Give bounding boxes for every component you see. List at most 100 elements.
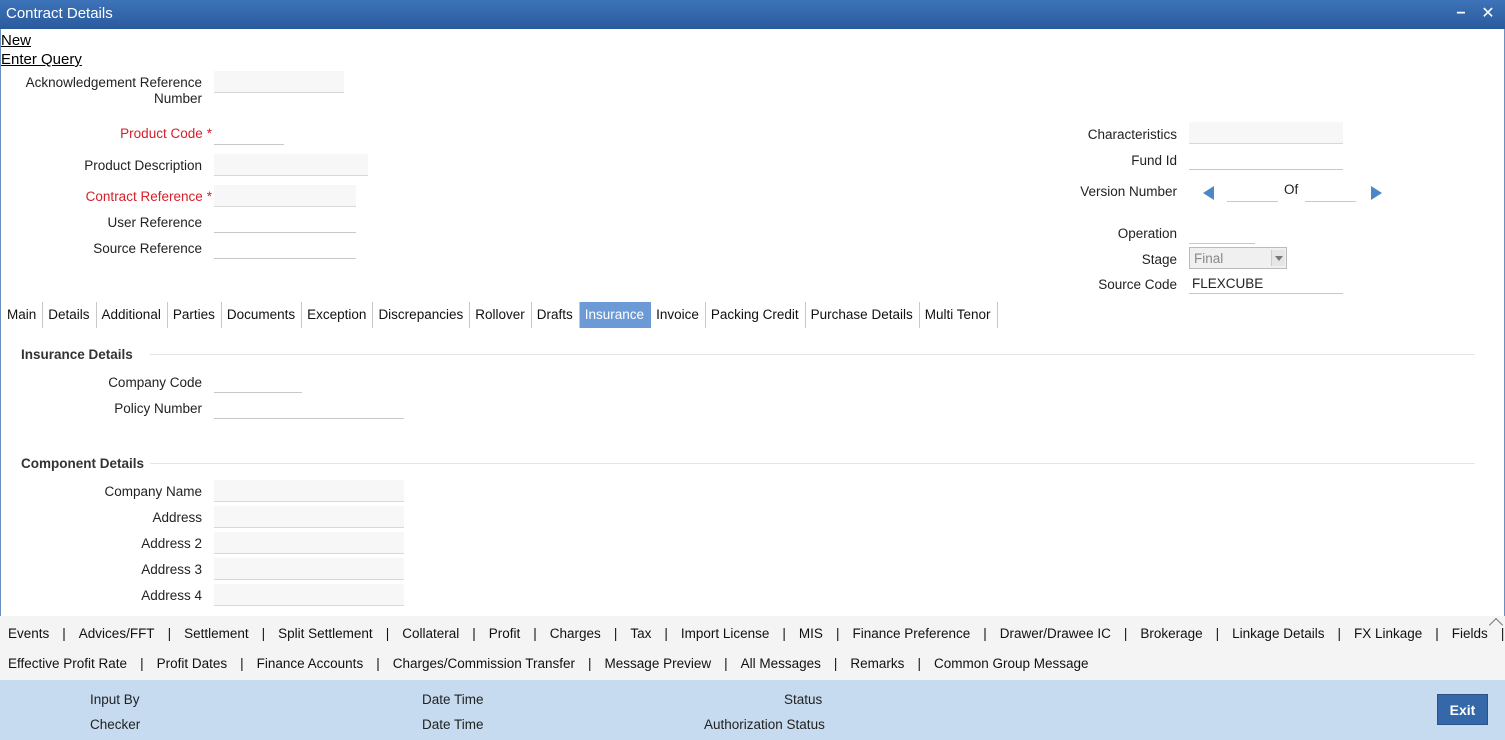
link-remarks[interactable]: Remarks xyxy=(850,656,904,671)
link-separator: | xyxy=(1215,626,1220,641)
minimize-icon[interactable]: − xyxy=(1451,4,1471,24)
ack-ref-label-line2: Number xyxy=(153,91,202,106)
next-version-icon[interactable] xyxy=(1371,186,1382,200)
required-marker: * xyxy=(206,189,212,204)
version-number-label: Version Number xyxy=(1080,184,1177,199)
link-separator: | xyxy=(376,656,380,671)
link-finance-preference[interactable]: Finance Preference xyxy=(852,626,970,641)
stage-select[interactable]: Final xyxy=(1189,247,1287,269)
address2-field[interactable] xyxy=(214,532,404,554)
link-separator: | xyxy=(472,626,476,641)
link-separator: | xyxy=(140,656,144,671)
date-time-label: Date Time xyxy=(422,692,484,707)
user-ref-field[interactable] xyxy=(214,211,356,233)
link-fx-linkage[interactable]: FX Linkage xyxy=(1354,626,1422,641)
product-code-field[interactable] xyxy=(214,123,284,145)
source-code-field[interactable]: FLEXCUBE xyxy=(1189,272,1343,294)
total-versions-field[interactable] xyxy=(1305,180,1356,202)
address4-label: Address 4 xyxy=(141,588,202,603)
ack-ref-field[interactable] xyxy=(214,71,344,93)
link-charges-commission-transfer[interactable]: Charges/Commission Transfer xyxy=(393,656,575,671)
link-finance-accounts[interactable]: Finance Accounts xyxy=(257,656,364,671)
company-code-field[interactable] xyxy=(214,371,302,393)
tab-drafts[interactable]: Drafts xyxy=(532,302,580,328)
ack-ref-label-line1: Acknowledgement Reference xyxy=(25,75,202,90)
link-separator: | xyxy=(724,656,728,671)
new-menu-link[interactable]: New xyxy=(1,32,31,49)
link-separator: | xyxy=(588,656,592,671)
link-fields[interactable]: Fields xyxy=(1452,626,1488,641)
link-message-preview[interactable]: Message Preview xyxy=(605,656,712,671)
characteristics-field[interactable] xyxy=(1189,122,1343,144)
link-common-group-message[interactable]: Common Group Message xyxy=(934,656,1089,671)
link-brokerage[interactable]: Brokerage xyxy=(1140,626,1202,641)
close-icon[interactable]: ✕ xyxy=(1478,4,1498,24)
product-code-label: Product Code * xyxy=(0,126,212,141)
insurance-details-title: Insurance Details xyxy=(21,347,133,362)
company-name-field[interactable] xyxy=(214,480,404,502)
tab-additional[interactable]: Additional xyxy=(97,302,168,328)
link-settlement[interactable]: Settlement xyxy=(184,626,249,641)
window-title: Contract Details xyxy=(6,5,113,22)
link-advices-fft[interactable]: Advices/FFT xyxy=(79,626,155,641)
link-separator: | xyxy=(1123,626,1128,641)
tab-exception[interactable]: Exception xyxy=(302,302,374,328)
tab-discrepancies[interactable]: Discrepancies xyxy=(373,302,471,328)
fund-id-field[interactable] xyxy=(1189,148,1343,170)
contract-ref-label-text: Contract Reference xyxy=(85,189,203,204)
of-label: Of xyxy=(1284,182,1299,197)
characteristics-label: Characteristics xyxy=(1087,127,1177,142)
tab-main[interactable]: Main xyxy=(2,302,44,328)
source-ref-field[interactable] xyxy=(214,237,356,259)
link-linkage-details[interactable]: Linkage Details xyxy=(1232,626,1324,641)
operation-field[interactable] xyxy=(1189,222,1255,244)
contract-ref-label: Contract Reference * xyxy=(0,189,212,204)
product-code-label-text: Product Code xyxy=(120,126,203,141)
previous-version-icon[interactable] xyxy=(1203,186,1214,200)
exit-button[interactable]: Exit xyxy=(1437,694,1488,725)
version-number-field[interactable] xyxy=(1227,180,1278,202)
link-separator: | xyxy=(62,626,66,641)
audit-footer: Input By Checker Date Time Date Time Sta… xyxy=(0,680,1505,740)
link-profit-dates[interactable]: Profit Dates xyxy=(157,656,228,671)
address4-field[interactable] xyxy=(214,584,404,606)
address3-label: Address 3 xyxy=(141,562,202,577)
address-field[interactable] xyxy=(214,506,404,528)
tab-insurance[interactable]: Insurance xyxy=(579,302,652,328)
link-separator: | xyxy=(664,626,668,641)
link-split-settlement[interactable]: Split Settlement xyxy=(278,626,373,641)
tab-multi-tenor[interactable]: Multi Tenor xyxy=(920,302,998,328)
link-effective-profit-rate[interactable]: Effective Profit Rate xyxy=(8,656,127,671)
link-separator: | xyxy=(613,626,618,641)
link-separator: | xyxy=(917,656,921,671)
link-row-2: Effective Profit Rate | Profit Dates | Finan… xyxy=(8,656,1089,671)
link-events[interactable]: Events xyxy=(8,626,49,641)
address3-field[interactable] xyxy=(214,558,404,580)
link-mis[interactable]: MIS xyxy=(799,626,823,641)
policy-number-field[interactable] xyxy=(214,397,404,419)
link-separator: | xyxy=(1337,626,1341,641)
address2-label: Address 2 xyxy=(141,536,202,551)
company-name-label: Company Name xyxy=(104,484,202,499)
date-time-label: Date Time xyxy=(422,717,484,732)
tab-details[interactable]: Details xyxy=(43,302,97,328)
tab-parties[interactable]: Parties xyxy=(168,302,222,328)
link-profit[interactable]: Profit xyxy=(489,626,521,641)
link-all-messages[interactable]: All Messages xyxy=(741,656,821,671)
product-desc-field[interactable] xyxy=(214,154,368,176)
tab-packing-credit[interactable]: Packing Credit xyxy=(706,302,806,328)
tab-purchase-details[interactable]: Purchase Details xyxy=(806,302,920,328)
tab-invoice[interactable]: Invoice xyxy=(651,302,706,328)
link-tax[interactable]: Tax xyxy=(630,626,651,641)
link-collateral[interactable]: Collateral xyxy=(402,626,459,641)
operation-label: Operation xyxy=(1117,226,1177,241)
link-import-license[interactable]: Import License xyxy=(681,626,770,641)
link-drawer-drawee-ic[interactable]: Drawer/Drawee IC xyxy=(1000,626,1111,641)
link-separator: | xyxy=(261,626,266,641)
enter-query-menu-link[interactable]: Enter Query xyxy=(1,51,82,68)
link-charges[interactable]: Charges xyxy=(550,626,601,641)
tab-documents[interactable]: Documents xyxy=(222,302,303,328)
status-label: Status xyxy=(784,692,823,707)
tab-rollover[interactable]: Rollover xyxy=(470,302,532,328)
contract-ref-field[interactable] xyxy=(214,185,356,207)
